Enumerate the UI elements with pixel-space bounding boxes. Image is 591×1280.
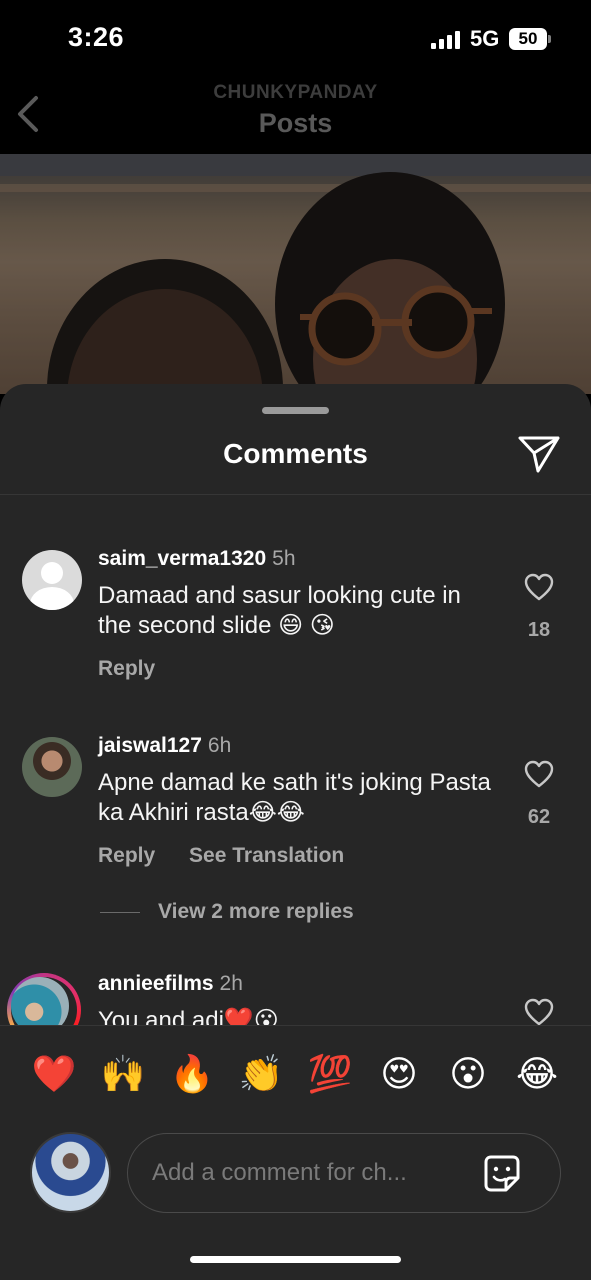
comment-input[interactable]: Add a comment for ch... xyxy=(127,1133,561,1213)
top-header: CHUNKYPANDAY Posts xyxy=(0,80,591,154)
comment-username[interactable]: jaiswal127 xyxy=(98,734,202,757)
comment-username[interactable]: saim_verma1320 xyxy=(98,547,266,570)
comments-list[interactable]: saim_verma1320 5h Damaad and sasur lookin… xyxy=(0,495,591,1025)
quick-emoji-bar: ❤️ 🙌 🔥 👏 💯 😍 😮 😂 xyxy=(0,1025,591,1120)
home-indicator xyxy=(190,1256,401,1263)
like-heart-icon[interactable] xyxy=(524,998,554,1025)
network-type: 5G xyxy=(470,26,500,51)
emoji-heart-button[interactable]: ❤️ xyxy=(29,1052,79,1096)
battery-icon: 50 xyxy=(509,28,547,50)
like-heart-icon[interactable] xyxy=(524,573,554,601)
comment-text: Damaad and sasur looking cute in the sec… xyxy=(98,582,461,639)
replies-line xyxy=(100,911,140,913)
header-title: Posts xyxy=(258,108,333,138)
comment-text: Apne damad ke sath it's joking Pasta ka … xyxy=(98,769,491,826)
emoji-heart-eyes-button[interactable]: 😍 xyxy=(374,1052,424,1096)
post-photo[interactable] xyxy=(0,154,591,394)
avatar[interactable] xyxy=(22,737,82,797)
see-translation-button[interactable]: See Translation xyxy=(189,844,344,867)
comment-time: 5h xyxy=(272,547,296,570)
avatar-story-ring[interactable] xyxy=(7,973,81,1025)
avatar[interactable] xyxy=(22,550,82,610)
emoji-laughing-button[interactable]: 😂 xyxy=(512,1052,562,1096)
emoji-fire-button[interactable]: 🔥 xyxy=(167,1052,217,1096)
comment-text: You and adi❤️😮 xyxy=(98,1007,279,1025)
comment-time: 2h xyxy=(219,972,243,995)
header-username: CHUNKYPANDAY xyxy=(213,82,378,103)
share-send-icon[interactable] xyxy=(517,434,561,474)
comments-sheet: Comments saim_verma1320 5h Damaad and sas… xyxy=(0,384,591,1280)
comment-time: 6h xyxy=(207,734,232,757)
like-count: 62 xyxy=(527,806,551,828)
emoji-hundred-button[interactable]: 💯 xyxy=(305,1052,355,1096)
like-heart-icon[interactable] xyxy=(524,760,554,788)
battery-tip xyxy=(548,35,551,43)
post-photo-illustration xyxy=(0,154,591,394)
sheet-title: Comments xyxy=(223,438,368,469)
emoji-surprised-button[interactable]: 😮 xyxy=(443,1052,493,1096)
signal-icon xyxy=(431,31,461,49)
like-count: 18 xyxy=(527,619,551,641)
sticker-icon[interactable] xyxy=(480,1152,524,1196)
view-replies-label: View 2 more replies xyxy=(158,900,354,923)
emoji-clap-button[interactable]: 👏 xyxy=(236,1052,286,1096)
reply-button[interactable]: Reply xyxy=(98,657,155,680)
status-time: 3:26 xyxy=(68,22,125,52)
status-bar: 3:26 5G 50 xyxy=(0,0,591,80)
comment-username[interactable]: annieefilms xyxy=(98,972,214,995)
sheet-grabber[interactable] xyxy=(262,407,329,414)
view-more-replies-button[interactable]: View 2 more replies xyxy=(100,900,354,924)
emoji-raised-hands-button[interactable]: 🙌 xyxy=(98,1052,148,1096)
reply-button[interactable]: Reply xyxy=(98,844,155,867)
comment-input-placeholder: Add a comment for ch... xyxy=(152,1159,407,1186)
current-user-avatar[interactable] xyxy=(30,1132,111,1213)
